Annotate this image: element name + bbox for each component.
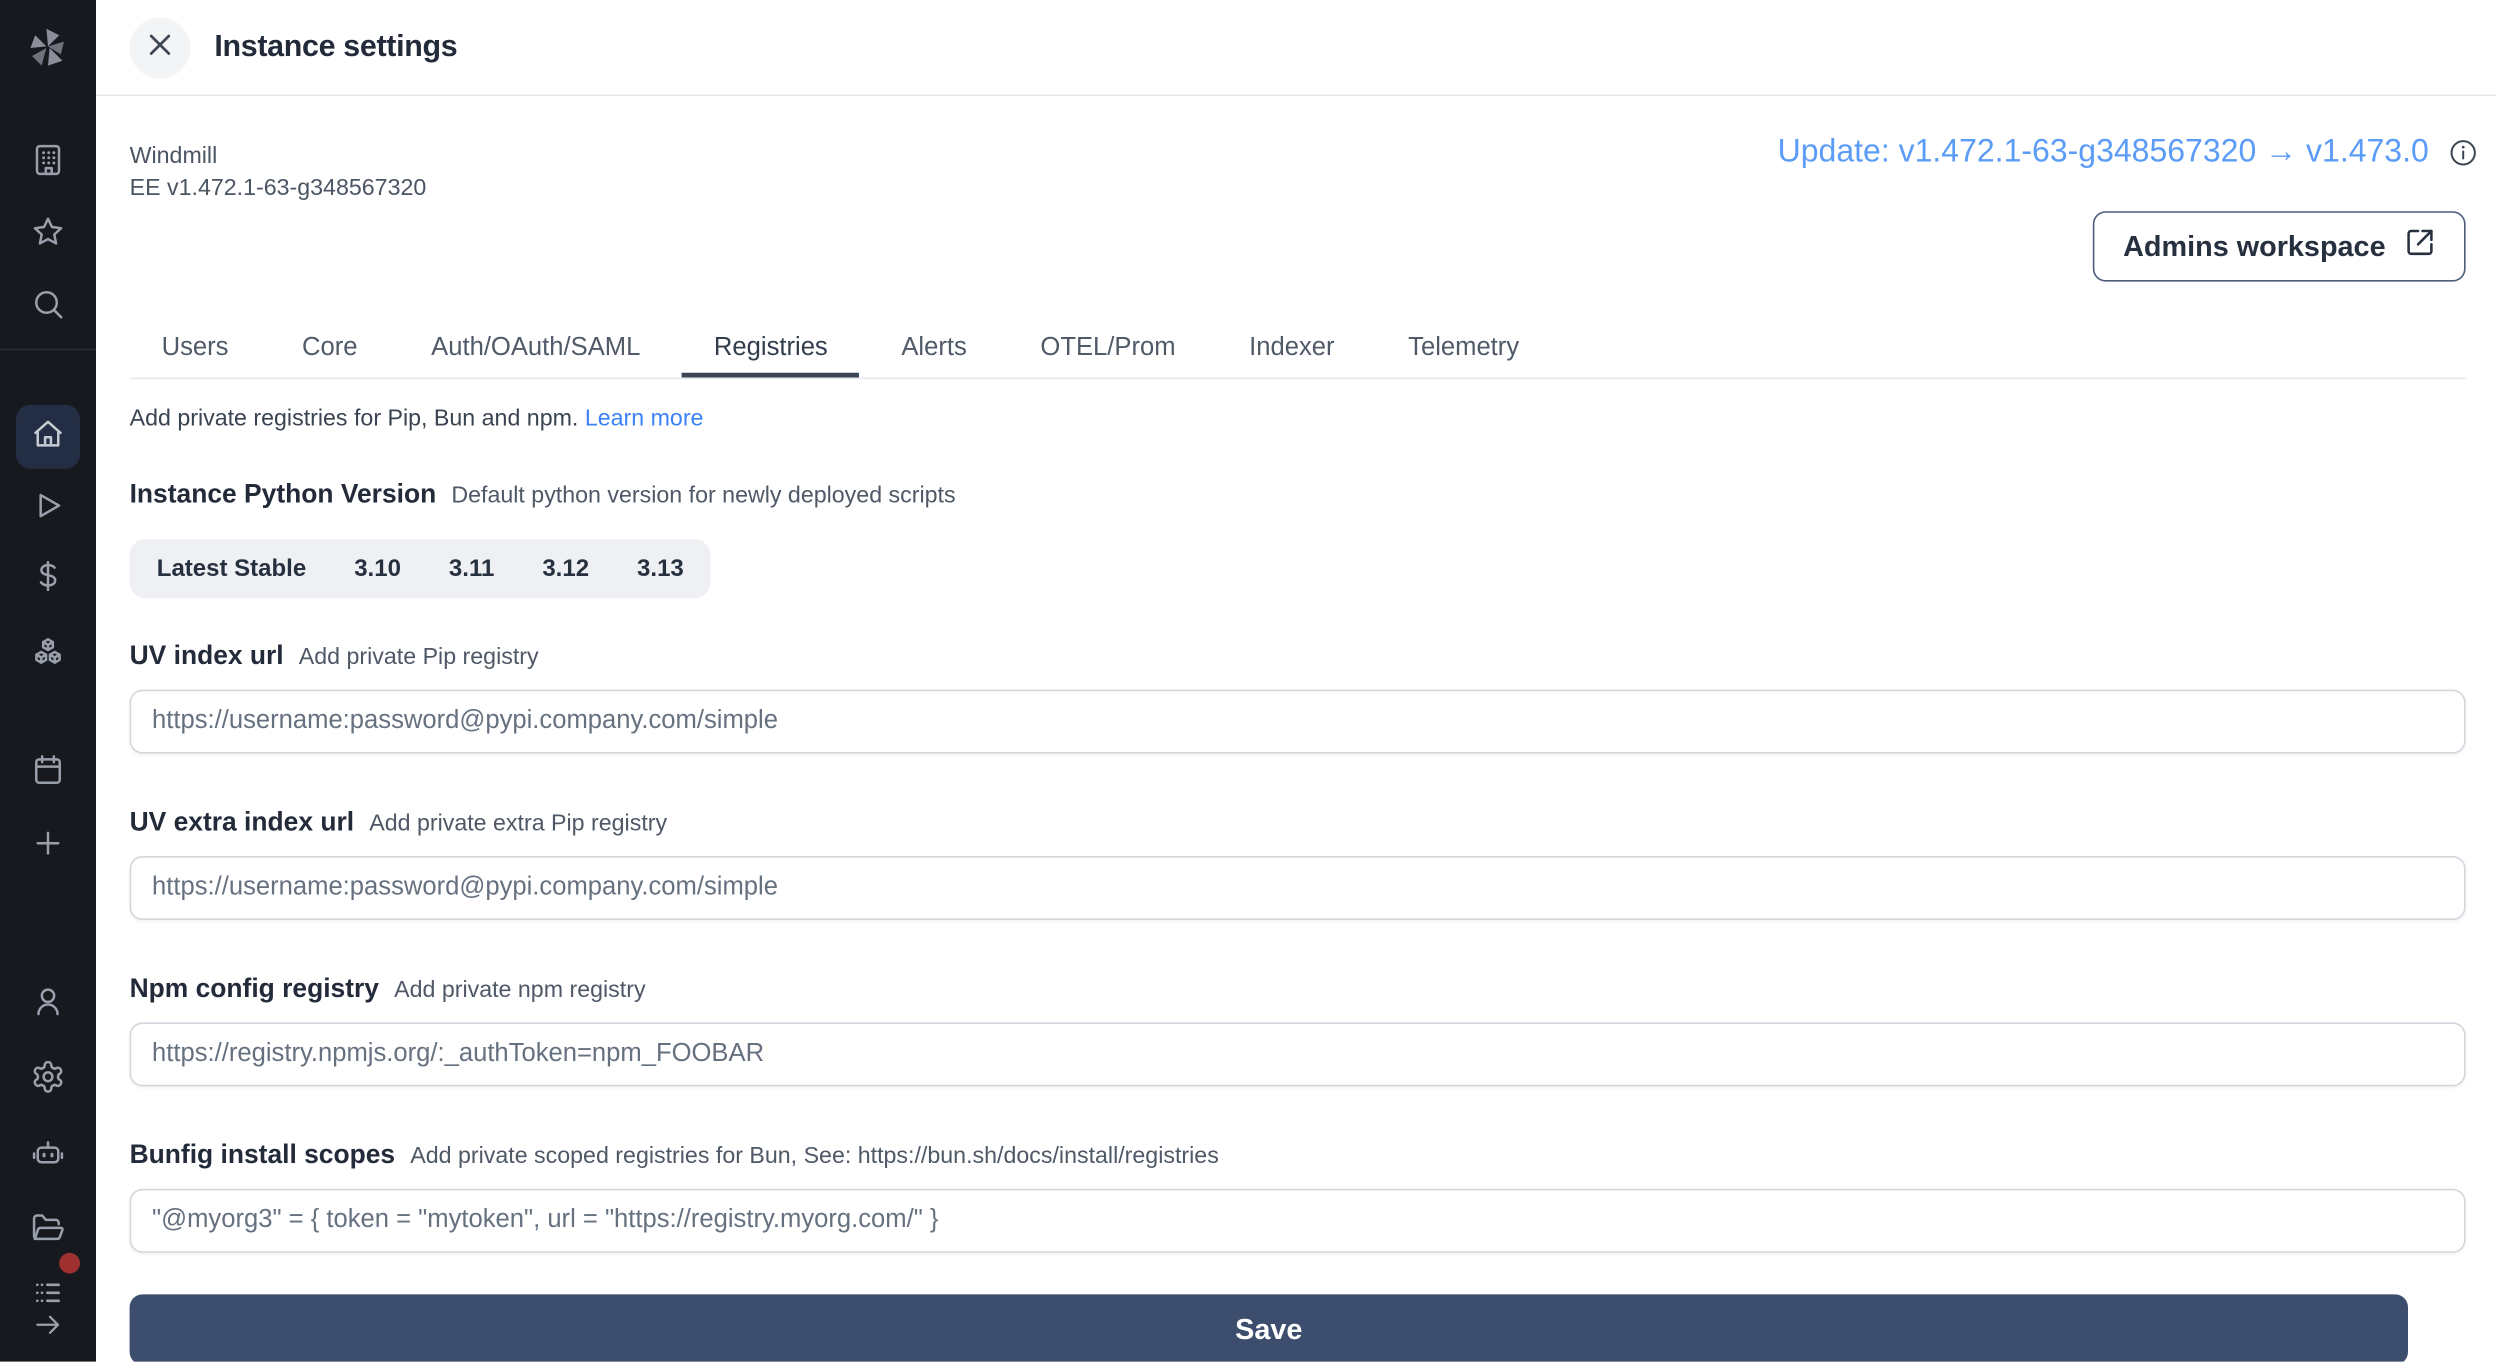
npm-config-registry-input[interactable] — [130, 1022, 2466, 1086]
tab-users[interactable]: Users — [130, 320, 261, 378]
save-button[interactable]: Save — [130, 1294, 2408, 1361]
info-icon[interactable] — [2448, 138, 2478, 168]
close-button[interactable] — [130, 17, 191, 78]
python-option-3-12[interactable]: 3.12 — [518, 542, 613, 595]
admins-row: Admins workspace — [130, 211, 2466, 281]
sidebar-item-runs[interactable] — [16, 477, 80, 541]
instance-settings-page: Instance settings Windmill EE v1.472.1-6… — [0, 0, 2496, 1362]
admins-workspace-label: Admins workspace — [2123, 230, 2386, 264]
tab-alerts[interactable]: Alerts — [869, 320, 998, 378]
tab-registries[interactable]: Registries — [682, 320, 860, 378]
close-icon — [147, 32, 173, 62]
main-panel: Instance settings Windmill EE v1.472.1-6… — [96, 0, 2496, 1362]
npm-config-registry-hint: Add private npm registry — [394, 978, 645, 1004]
page-header: Instance settings — [96, 0, 2496, 96]
external-link-icon — [2405, 227, 2435, 265]
uv-extra-index-url-input[interactable] — [130, 856, 2466, 920]
gear-icon — [30, 1058, 65, 1101]
app-name: Windmill — [130, 141, 427, 173]
sidebar-item-variables[interactable] — [16, 547, 80, 611]
field-uv-extra-index-url: UV extra index url Add private extra Pip… — [130, 805, 2466, 920]
sidebar-item-account[interactable] — [16, 973, 80, 1037]
tab-telemetry[interactable]: Telemetry — [1376, 320, 1551, 378]
home-icon — [30, 415, 65, 458]
play-icon — [30, 487, 65, 530]
sidebar-item-home[interactable] — [16, 405, 80, 469]
sidebar-expand-button[interactable] — [16, 1299, 80, 1357]
plus-icon — [30, 825, 65, 868]
sidebar-item-settings[interactable] — [16, 1048, 80, 1112]
admins-workspace-button[interactable]: Admins workspace — [2093, 211, 2466, 281]
tab-otel-prom[interactable]: OTEL/Prom — [1008, 320, 1207, 378]
python-option-3-13[interactable]: 3.13 — [613, 542, 708, 595]
python-option-3-10[interactable]: 3.10 — [330, 542, 425, 595]
uv-extra-index-url-hint: Add private extra Pip registry — [369, 811, 667, 837]
intro-text: Add private registries for Pip, Bun and … — [130, 406, 579, 432]
page-title: Instance settings — [214, 30, 457, 65]
dollar-icon — [30, 558, 65, 601]
notification-badge — [59, 1253, 80, 1274]
user-icon — [30, 983, 65, 1026]
python-version-heading: Instance Python Version Default python v… — [130, 477, 2466, 514]
sidebar — [0, 0, 96, 1362]
python-version-toggle-group: Latest Stable 3.10 3.11 3.12 3.13 — [130, 539, 711, 598]
sidebar-divider — [0, 349, 96, 351]
field-uv-index-url: UV index url Add private Pip registry — [130, 638, 2466, 753]
robot-icon — [30, 1134, 65, 1177]
update-link[interactable]: Update: v1.472.1-63-g348567320 → v1.473.… — [1778, 134, 2429, 171]
sidebar-item-add[interactable] — [16, 814, 80, 878]
search-icon — [30, 286, 65, 329]
learn-more-link[interactable]: Learn more — [585, 406, 704, 432]
edition-version: EE v1.472.1-63-g348567320 — [130, 173, 427, 205]
arrow-right-icon — [32, 1308, 64, 1348]
uv-index-url-input[interactable] — [130, 690, 2466, 754]
python-version-subtitle: Default python version for newly deploye… — [451, 483, 955, 509]
boxes-icon — [30, 634, 65, 677]
uv-extra-index-url-label: UV extra index url — [130, 808, 355, 837]
star-icon — [30, 214, 65, 257]
sidebar-item-workspaces[interactable] — [16, 131, 80, 195]
python-version-title: Instance Python Version — [130, 480, 437, 509]
update-row: Update: v1.472.1-63-g348567320 → v1.473.… — [1778, 134, 2479, 171]
version-block: Windmill EE v1.472.1-63-g348567320 — [130, 141, 427, 205]
uv-index-url-label: UV index url — [130, 642, 284, 671]
sidebar-item-resources[interactable] — [16, 624, 80, 688]
python-option-latest-stable[interactable]: Latest Stable — [133, 542, 330, 595]
windmill-logo-icon[interactable] — [21, 21, 75, 75]
sidebar-item-favorites[interactable] — [16, 203, 80, 267]
meta-row: Windmill EE v1.472.1-63-g348567320 Updat… — [130, 141, 2466, 205]
tab-indexer[interactable]: Indexer — [1217, 320, 1366, 378]
uv-index-url-hint: Add private Pip registry — [299, 645, 539, 671]
bunfig-install-scopes-label: Bunfig install scopes — [130, 1141, 396, 1170]
field-bunfig-install-scopes: Bunfig install scopes Add private scoped… — [130, 1138, 2466, 1253]
tab-bar: Users Core Auth/OAuth/SAML Registries Al… — [130, 320, 2466, 379]
settings-content: Windmill EE v1.472.1-63-g348567320 Updat… — [96, 96, 2496, 1362]
sidebar-item-workers[interactable] — [16, 1123, 80, 1187]
bunfig-install-scopes-input[interactable] — [130, 1189, 2466, 1253]
building-icon — [30, 142, 65, 185]
npm-config-registry-label: Npm config registry — [130, 974, 379, 1003]
tab-core[interactable]: Core — [270, 320, 390, 378]
tab-auth-oauth-saml[interactable]: Auth/OAuth/SAML — [399, 320, 672, 378]
calendar-icon — [30, 751, 65, 794]
bunfig-install-scopes-hint: Add private scoped registries for Bun, S… — [410, 1144, 1219, 1170]
sidebar-item-search[interactable] — [16, 275, 80, 339]
registries-intro: Add private registries for Pip, Bun and … — [130, 406, 2466, 433]
python-option-3-11[interactable]: 3.11 — [425, 542, 518, 595]
folder-open-icon — [30, 1209, 65, 1252]
field-npm-config-registry: Npm config registry Add private npm regi… — [130, 971, 2466, 1086]
sidebar-item-schedules[interactable] — [16, 741, 80, 805]
